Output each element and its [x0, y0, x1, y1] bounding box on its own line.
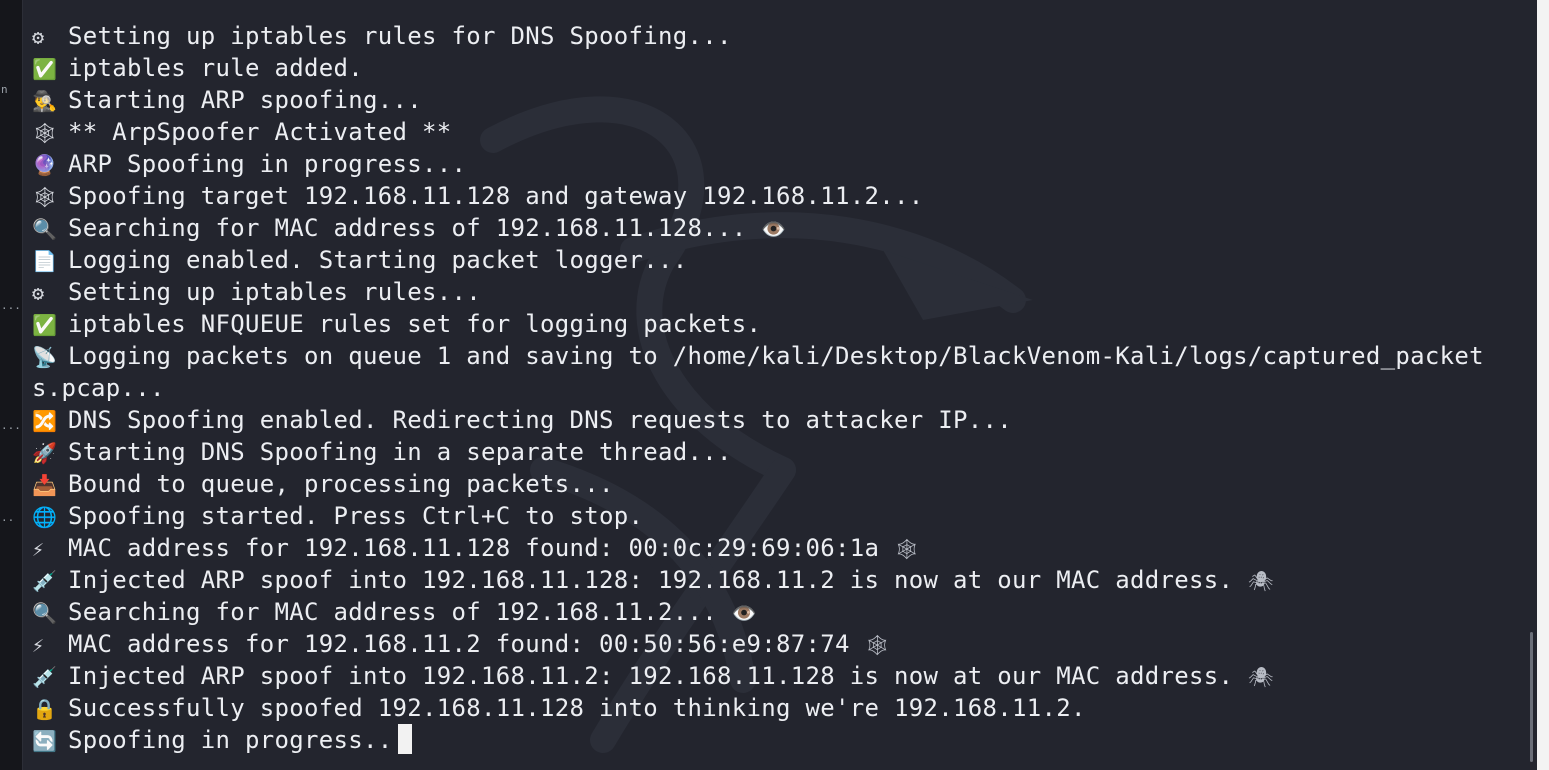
line-text: Setting up iptables rules... [68, 278, 481, 306]
line-icon: 🚀 [32, 441, 58, 465]
line-text: Starting ARP spoofing... [68, 86, 422, 114]
line-text: Searching for MAC address of 192.168.11.… [68, 214, 747, 242]
terminal-cursor [398, 724, 413, 754]
scrollbar-thumb[interactable] [1530, 632, 1533, 762]
screen: n ... ... .. ⚙ Setting up iptables rules … [0, 0, 1549, 770]
terminal-line: 🚀 Starting DNS Spoofing in a separate thr… [32, 436, 1532, 468]
terminal-line: ⚙ Setting up iptables rules... [32, 276, 1532, 308]
line-text: Logging enabled. Starting packet logger.… [68, 246, 688, 274]
terminal-line: 🕵️‍♂️ Starting ARP spoofing... [32, 84, 1532, 116]
terminal-line: 🔮 ARP Spoofing in progress... [32, 148, 1532, 180]
terminal-line: 🌐 Spoofing started. Press Ctrl+C to stop. [32, 500, 1532, 532]
line-trailing-icon: 👁️ [731, 601, 757, 625]
line-icon: 💉 [32, 569, 58, 593]
terminal-line: ⚙ Setting up iptables rules for DNS Spoof… [32, 20, 1532, 52]
line-text: MAC address for 192.168.11.128 found: 00… [68, 534, 880, 562]
terminal-line: 💉 Injected ARP spoof into 192.168.11.2: 1… [32, 660, 1532, 692]
line-text: Spoofing target 192.168.11.128 and gatew… [68, 182, 924, 210]
line-icon: 🕸 [32, 121, 58, 145]
background-window-edge: n ... ... .. [0, 0, 23, 770]
terminal-line: ⚡ MAC address for 192.168.11.128 found: 0… [32, 532, 1532, 564]
background-text-fragment: n [1, 83, 8, 96]
line-text: s.pcap... [32, 374, 165, 402]
terminal-line: 📥 Bound to queue, processing packets... [32, 468, 1532, 500]
line-trailing-icon: 🕷 [1247, 665, 1274, 689]
line-icon: ⚙ [32, 25, 45, 49]
line-icon: 🔮 [32, 153, 58, 177]
terminal-scrollbar[interactable] [1523, 0, 1537, 770]
line-text: Setting up iptables rules for DNS Spoofi… [68, 22, 732, 50]
background-text-fragment: .. [1, 511, 15, 524]
line-trailing-icon: 🕸 [864, 633, 891, 657]
terminal-line: 🔒 Successfully spoofed 192.168.11.128 int… [32, 692, 1532, 724]
line-icon: 🕸 [32, 185, 58, 209]
line-icon: 🕵️‍♂️ [32, 89, 58, 113]
background-text-fragment: ... [1, 419, 21, 432]
terminal-line: 📄 Logging enabled. Starting packet logger… [32, 244, 1532, 276]
line-icon: 📡 [32, 345, 58, 369]
line-icon: ✅ [32, 57, 58, 81]
terminal-window[interactable]: ⚙ Setting up iptables rules for DNS Spoof… [23, 0, 1537, 770]
line-text: Searching for MAC address of 192.168.11.… [68, 598, 717, 626]
line-text: Successfully spoofed 192.168.11.128 into… [68, 694, 1086, 722]
line-text: Spoofing in progress.. [68, 726, 393, 754]
terminal-line: 🕸 ** ArpSpoofer Activated ** [32, 116, 1532, 148]
line-icon: 🔄 [32, 729, 58, 753]
terminal-line: ✅ iptables NFQUEUE rules set for logging … [32, 308, 1532, 340]
line-icon: 🔀 [32, 409, 58, 433]
line-text: MAC address for 192.168.11.2 found: 00:5… [68, 630, 850, 658]
line-icon: 📥 [32, 473, 58, 497]
line-icon: ⚙ [32, 281, 45, 305]
line-trailing-icon: 🕷 [1247, 569, 1274, 593]
line-icon: 🌐 [32, 505, 58, 529]
line-trailing-icon: 🕸 [893, 537, 920, 561]
terminal-line: 🔍 Searching for MAC address of 192.168.11… [32, 596, 1532, 628]
line-icon: 🔍 [32, 217, 58, 241]
terminal-line: 📡 Logging packets on queue 1 and saving t… [32, 340, 1532, 372]
line-text: iptables NFQUEUE rules set for logging p… [68, 310, 762, 338]
terminal-line: 🔍 Searching for MAC address of 192.168.11… [32, 212, 1532, 244]
line-icon: ⚡ [32, 633, 45, 657]
line-icon: 💉 [32, 665, 58, 689]
terminal-line: ⚡ MAC address for 192.168.11.2 found: 00:… [32, 628, 1532, 660]
line-text: ** ArpSpoofer Activated ** [68, 118, 452, 146]
line-text: Logging packets on queue 1 and saving to… [68, 342, 1484, 370]
terminal-output: ⚙ Setting up iptables rules for DNS Spoof… [32, 20, 1532, 756]
terminal-line: ✅ iptables rule added. [32, 52, 1532, 84]
background-text-fragment: ... [1, 299, 21, 312]
line-text: Spoofing started. Press Ctrl+C to stop. [68, 502, 644, 530]
terminal-line: 💉 Injected ARP spoof into 192.168.11.128:… [32, 564, 1532, 596]
terminal-line: s.pcap... [32, 372, 1532, 404]
line-icon: 🔍 [32, 601, 58, 625]
line-trailing-icon: 👁️ [761, 217, 787, 241]
line-text: iptables rule added. [68, 54, 363, 82]
line-text: Injected ARP spoof into 192.168.11.128: … [68, 566, 1234, 594]
line-icon: 🔒 [32, 697, 58, 721]
line-icon: 📄 [32, 249, 58, 273]
line-text: Starting DNS Spoofing in a separate thre… [68, 438, 732, 466]
line-text: Injected ARP spoof into 192.168.11.2: 19… [68, 662, 1234, 690]
line-icon: ⚡ [32, 537, 45, 561]
line-text: DNS Spoofing enabled. Redirecting DNS re… [68, 406, 1012, 434]
terminal-line: 🔀 DNS Spoofing enabled. Redirecting DNS r… [32, 404, 1532, 436]
terminal-line: 🔄 Spoofing in progress.. [32, 724, 1532, 756]
line-text: ARP Spoofing in progress... [68, 150, 467, 178]
line-text: Bound to queue, processing packets... [68, 470, 614, 498]
terminal-line: 🕸 Spoofing target 192.168.11.128 and gate… [32, 180, 1532, 212]
window-border-right [1537, 0, 1549, 770]
line-icon: ✅ [32, 313, 58, 337]
